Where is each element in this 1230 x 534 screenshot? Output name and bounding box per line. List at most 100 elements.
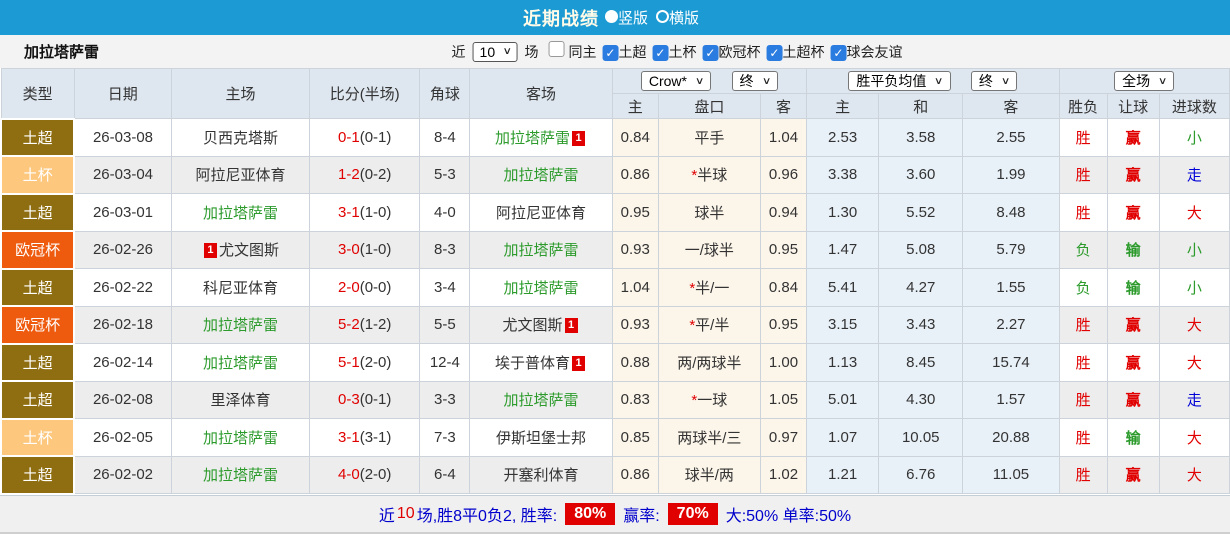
- avg-home-odds: 1.30: [806, 193, 880, 232]
- match-score: 5-1(2-0): [309, 343, 421, 382]
- ah-line: 平手: [657, 118, 761, 157]
- match-type-badge: 欧冠杯: [0, 305, 76, 345]
- avg-away-odds: 1.99: [962, 155, 1060, 194]
- avg-source-select[interactable]: 胜平负均值 ∨: [848, 71, 951, 91]
- home-team: 加拉塔萨雷: [170, 418, 311, 457]
- avg-time-select[interactable]: 终 ∨: [970, 71, 1018, 91]
- away-team: 埃于普体育 1: [469, 343, 613, 382]
- avg-away-odds: 1.57: [962, 380, 1060, 419]
- table-row: 欧冠杯 26-02-26 1 尤文图斯 3-0(1-0) 8-3 加拉塔萨雷 0.…: [0, 230, 1230, 270]
- avg-draw-odds: 5.08: [878, 230, 964, 269]
- home-team: 阿拉尼亚体育: [170, 155, 311, 194]
- checkbox-checked[interactable]: [652, 45, 669, 61]
- result-goals: 大: [1158, 455, 1230, 494]
- match-type-badge: 土杯: [0, 155, 76, 195]
- avg-draw-odds: 3.60: [878, 155, 964, 194]
- layout-radio-0[interactable]: [604, 10, 618, 23]
- ah-line: 球半: [657, 193, 761, 232]
- result-handicap: 赢: [1106, 380, 1160, 419]
- table-row: 土超 26-02-08 里泽体育 0-3(0-1) 3-3 加拉塔萨雷 0.83…: [0, 380, 1230, 420]
- checkbox-checked[interactable]: [602, 45, 619, 61]
- result-goals: 小: [1158, 230, 1230, 269]
- team-name: 加拉塔萨雷: [202, 354, 278, 372]
- checkbox-unchecked[interactable]: [548, 41, 565, 57]
- header-home: 主场: [170, 68, 311, 119]
- avg-away-odds: 5.79: [962, 230, 1060, 269]
- corner-count: 8-4: [419, 118, 471, 157]
- result-goals: 大: [1158, 418, 1230, 457]
- away-team: 开塞利体育: [469, 455, 613, 494]
- corner-count: 3-3: [419, 380, 471, 419]
- team-name: 加拉塔萨雷: [503, 279, 579, 297]
- result-goals: 大: [1158, 305, 1230, 344]
- header-avg-away: 客: [962, 93, 1060, 119]
- match-type-badge: 土超: [0, 342, 76, 382]
- odds-time-select[interactable]: 终 ∨: [731, 71, 778, 91]
- ah-home-odds: 0.93: [611, 230, 659, 269]
- match-date: 26-02-18: [73, 305, 172, 344]
- match-date: 26-02-02: [73, 455, 172, 494]
- avg-home-odds: 5.41: [806, 268, 880, 307]
- chevron-down-icon: ∨: [934, 75, 944, 87]
- match-type-badge: 土超: [0, 267, 76, 307]
- checkbox-label: 球会友谊: [846, 44, 903, 60]
- win-rate-badge: 80%: [565, 502, 616, 525]
- avg-away-odds: 8.48: [962, 193, 1060, 232]
- table-row: 土杯 26-02-05 加拉塔萨雷 3-1(3-1) 7-3 伊斯坦堡士邦 0.…: [0, 417, 1230, 457]
- result-win-loss: 胜: [1058, 193, 1108, 232]
- result-handicap: 赢: [1106, 193, 1160, 232]
- table-row: 土超 26-03-01 加拉塔萨雷 3-1(1-0) 4-0 阿拉尼亚体育 0.…: [0, 192, 1230, 232]
- ah-home-odds: 0.88: [611, 343, 659, 382]
- result-win-loss: 胜: [1058, 305, 1108, 344]
- scope-select[interactable]: 全场 ∨: [1114, 71, 1175, 91]
- table-row: 土超 26-03-08 贝西克塔斯 0-1(0-1) 8-4 加拉塔萨雷 1 0.…: [0, 117, 1230, 157]
- recent-count-select[interactable]: 10 ∨: [472, 41, 518, 62]
- odds-company-select[interactable]: Crow* ∨: [640, 71, 712, 91]
- avg-home-odds: 1.13: [806, 343, 880, 382]
- result-win-loss: 负: [1058, 230, 1108, 269]
- checkbox-checked[interactable]: [830, 45, 847, 61]
- match-date: 26-02-22: [73, 268, 172, 307]
- page-title: 近期战绩: [522, 8, 599, 29]
- layout-radio-1[interactable]: [656, 10, 669, 23]
- avg-draw-odds: 5.52: [878, 193, 964, 232]
- checkbox-checked[interactable]: [766, 45, 783, 61]
- ah-home-odds: 0.93: [611, 305, 659, 344]
- result-win-loss: 胜: [1058, 455, 1108, 494]
- away-team: 加拉塔萨雷: [469, 380, 613, 419]
- checkbox-checked[interactable]: [702, 45, 719, 61]
- avg-draw-odds: 3.58: [878, 118, 964, 157]
- match-score: 3-1(3-1): [309, 418, 421, 457]
- ah-home-odds: 0.86: [611, 455, 659, 494]
- chevron-down-icon: ∨: [1000, 75, 1011, 87]
- results-table: 类型 日期 主场 比分(半场) 角球 客场 Crow* ∨ 终 ∨ 胜平负均值 …: [0, 68, 1230, 495]
- team-name: 加拉塔萨雷: [495, 129, 571, 147]
- result-handicap: 输: [1106, 230, 1160, 269]
- header-ah-home: 主: [611, 93, 659, 119]
- avg-odds-header: 胜平负均值 ∨ 终 ∨: [806, 68, 1060, 94]
- checkbox-label: 同主: [568, 44, 597, 60]
- odds-company-header: Crow* ∨ 终 ∨: [611, 68, 808, 94]
- ah-home-odds: 1.04: [611, 268, 659, 307]
- header-result-goals: 进球数: [1158, 93, 1230, 119]
- rank-badge: 1: [572, 130, 586, 146]
- ah-away-odds: 0.95: [759, 305, 808, 344]
- result-handicap: 赢: [1106, 155, 1160, 194]
- ah-home-odds: 0.83: [611, 380, 659, 419]
- result-handicap: 赢: [1106, 118, 1160, 157]
- avg-away-odds: 1.55: [962, 268, 1060, 307]
- table-row: 土杯 26-03-04 阿拉尼亚体育 1-2(0-2) 5-3 加拉塔萨雷 0.…: [0, 155, 1230, 195]
- avg-draw-odds: 4.30: [878, 380, 964, 419]
- result-win-loss: 胜: [1058, 343, 1108, 382]
- match-score: 4-0(2-0): [309, 455, 421, 494]
- corner-count: 5-3: [419, 155, 471, 194]
- match-score: 3-0(1-0): [309, 230, 421, 269]
- result-handicap: 输: [1106, 268, 1160, 307]
- result-goals: 走: [1158, 380, 1230, 419]
- checkbox-label: 欧冠杯: [718, 44, 761, 60]
- corner-count: 7-3: [419, 418, 471, 457]
- ah-away-odds: 1.04: [759, 118, 808, 157]
- avg-away-odds: 2.55: [962, 118, 1060, 157]
- team-name: 埃于普体育: [495, 354, 571, 372]
- table-row: 欧冠杯 26-02-18 加拉塔萨雷 5-2(1-2) 5-5 尤文图斯 1 0.…: [0, 305, 1230, 345]
